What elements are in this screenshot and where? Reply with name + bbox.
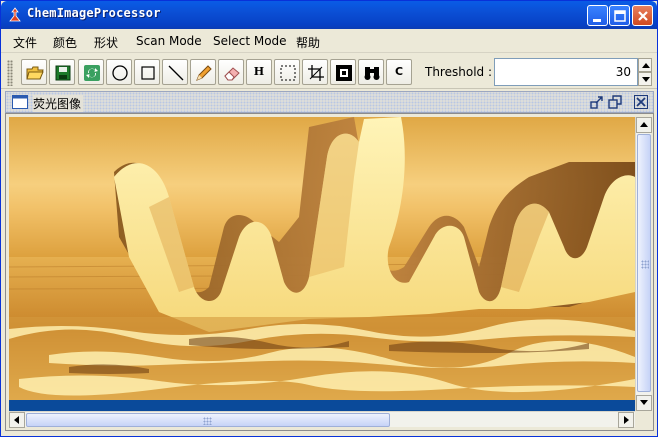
h-tool-button[interactable]: H — [246, 59, 272, 85]
down-arrow-icon — [642, 77, 650, 82]
right-arrow-icon — [624, 416, 629, 424]
app-window: ChemImageProcessor 文件 颜色 形状 Scan Mode Se… — [0, 0, 658, 437]
refresh-button[interactable] — [78, 59, 104, 85]
title-bar[interactable]: ChemImageProcessor — [1, 1, 657, 29]
scroll-right-button[interactable] — [618, 412, 634, 428]
save-icon — [55, 65, 71, 81]
h-tool-label: H — [253, 65, 265, 78]
menu-shape[interactable]: 形状 — [94, 34, 118, 51]
vertical-scrollbar[interactable] — [635, 117, 652, 411]
thumb-grip — [641, 260, 649, 269]
image-content — [9, 117, 635, 400]
c-tool-label: C — [394, 65, 404, 78]
line-button[interactable] — [162, 59, 188, 85]
maximize-icon — [614, 10, 626, 22]
close-icon — [638, 11, 648, 21]
menu-color[interactable]: 颜色 — [53, 34, 77, 51]
image-bottom-strip — [9, 400, 635, 411]
menu-select-mode[interactable]: Select Mode — [213, 34, 287, 48]
frame-close-icon[interactable] — [634, 95, 648, 109]
threshold-increment[interactable] — [638, 58, 652, 72]
horizontal-scrollbar[interactable] — [9, 411, 635, 428]
scroll-down-button[interactable] — [636, 395, 652, 411]
pencil-button[interactable] — [190, 59, 216, 85]
crop-button[interactable] — [302, 59, 328, 85]
refresh-icon — [84, 65, 100, 81]
select-rect-icon — [280, 65, 296, 81]
binoculars-button[interactable] — [358, 59, 384, 85]
fluorescence-image[interactable] — [9, 117, 635, 400]
eraser-button[interactable] — [218, 59, 244, 85]
horizontal-scroll-thumb[interactable] — [26, 413, 390, 427]
menu-scan-mode[interactable]: Scan Mode — [136, 34, 202, 48]
c-tool-button[interactable]: C — [386, 59, 412, 85]
frame-icon — [336, 65, 352, 81]
circle-button[interactable] — [106, 59, 132, 85]
internal-frame-titlebar[interactable]: 荧光图像 — [5, 91, 654, 113]
frame-button[interactable] — [330, 59, 356, 85]
scroll-up-button[interactable] — [636, 117, 652, 133]
threshold-input[interactable] — [494, 58, 638, 86]
up-arrow-icon — [640, 122, 648, 127]
circle-icon — [112, 65, 128, 81]
restore-icon[interactable] — [608, 95, 622, 109]
internal-frame-title: 荧光图像 — [33, 95, 84, 112]
menu-bar: 文件 颜色 形状 Scan Mode Select Mode 帮助 — [1, 29, 657, 53]
select-rect-button[interactable] — [274, 59, 300, 85]
threshold-label: Threshold : — [425, 65, 492, 79]
menu-file[interactable]: 文件 — [13, 34, 37, 51]
vertical-scroll-thumb[interactable] — [637, 134, 651, 392]
left-arrow-icon — [14, 416, 19, 424]
line-icon — [168, 65, 184, 81]
scroll-left-button[interactable] — [9, 412, 25, 428]
crop-icon — [308, 65, 324, 81]
save-button[interactable] — [49, 59, 75, 85]
menu-help[interactable]: 帮助 — [296, 34, 320, 51]
frame-window-icon — [12, 95, 28, 109]
rectangle-button[interactable] — [134, 59, 160, 85]
close-button[interactable] — [632, 5, 653, 26]
binoculars-icon — [364, 67, 380, 80]
window-title: ChemImageProcessor — [27, 6, 161, 20]
open-button[interactable] — [21, 59, 47, 85]
minimize-icon — [593, 19, 601, 22]
maximize-button[interactable] — [609, 5, 630, 26]
open-icon — [26, 66, 44, 80]
down-arrow-icon — [640, 400, 648, 405]
rectangle-icon — [141, 66, 155, 80]
threshold-decrement[interactable] — [638, 72, 652, 86]
scroll-corner — [635, 411, 651, 427]
toolbar-grip[interactable] — [7, 60, 13, 86]
iconify-icon[interactable] — [590, 95, 604, 109]
app-icon — [9, 7, 21, 22]
eraser-icon — [224, 67, 240, 81]
pencil-icon — [196, 65, 212, 81]
thumb-grip — [203, 417, 212, 425]
minimize-button[interactable] — [587, 5, 608, 26]
up-arrow-icon — [642, 63, 650, 68]
